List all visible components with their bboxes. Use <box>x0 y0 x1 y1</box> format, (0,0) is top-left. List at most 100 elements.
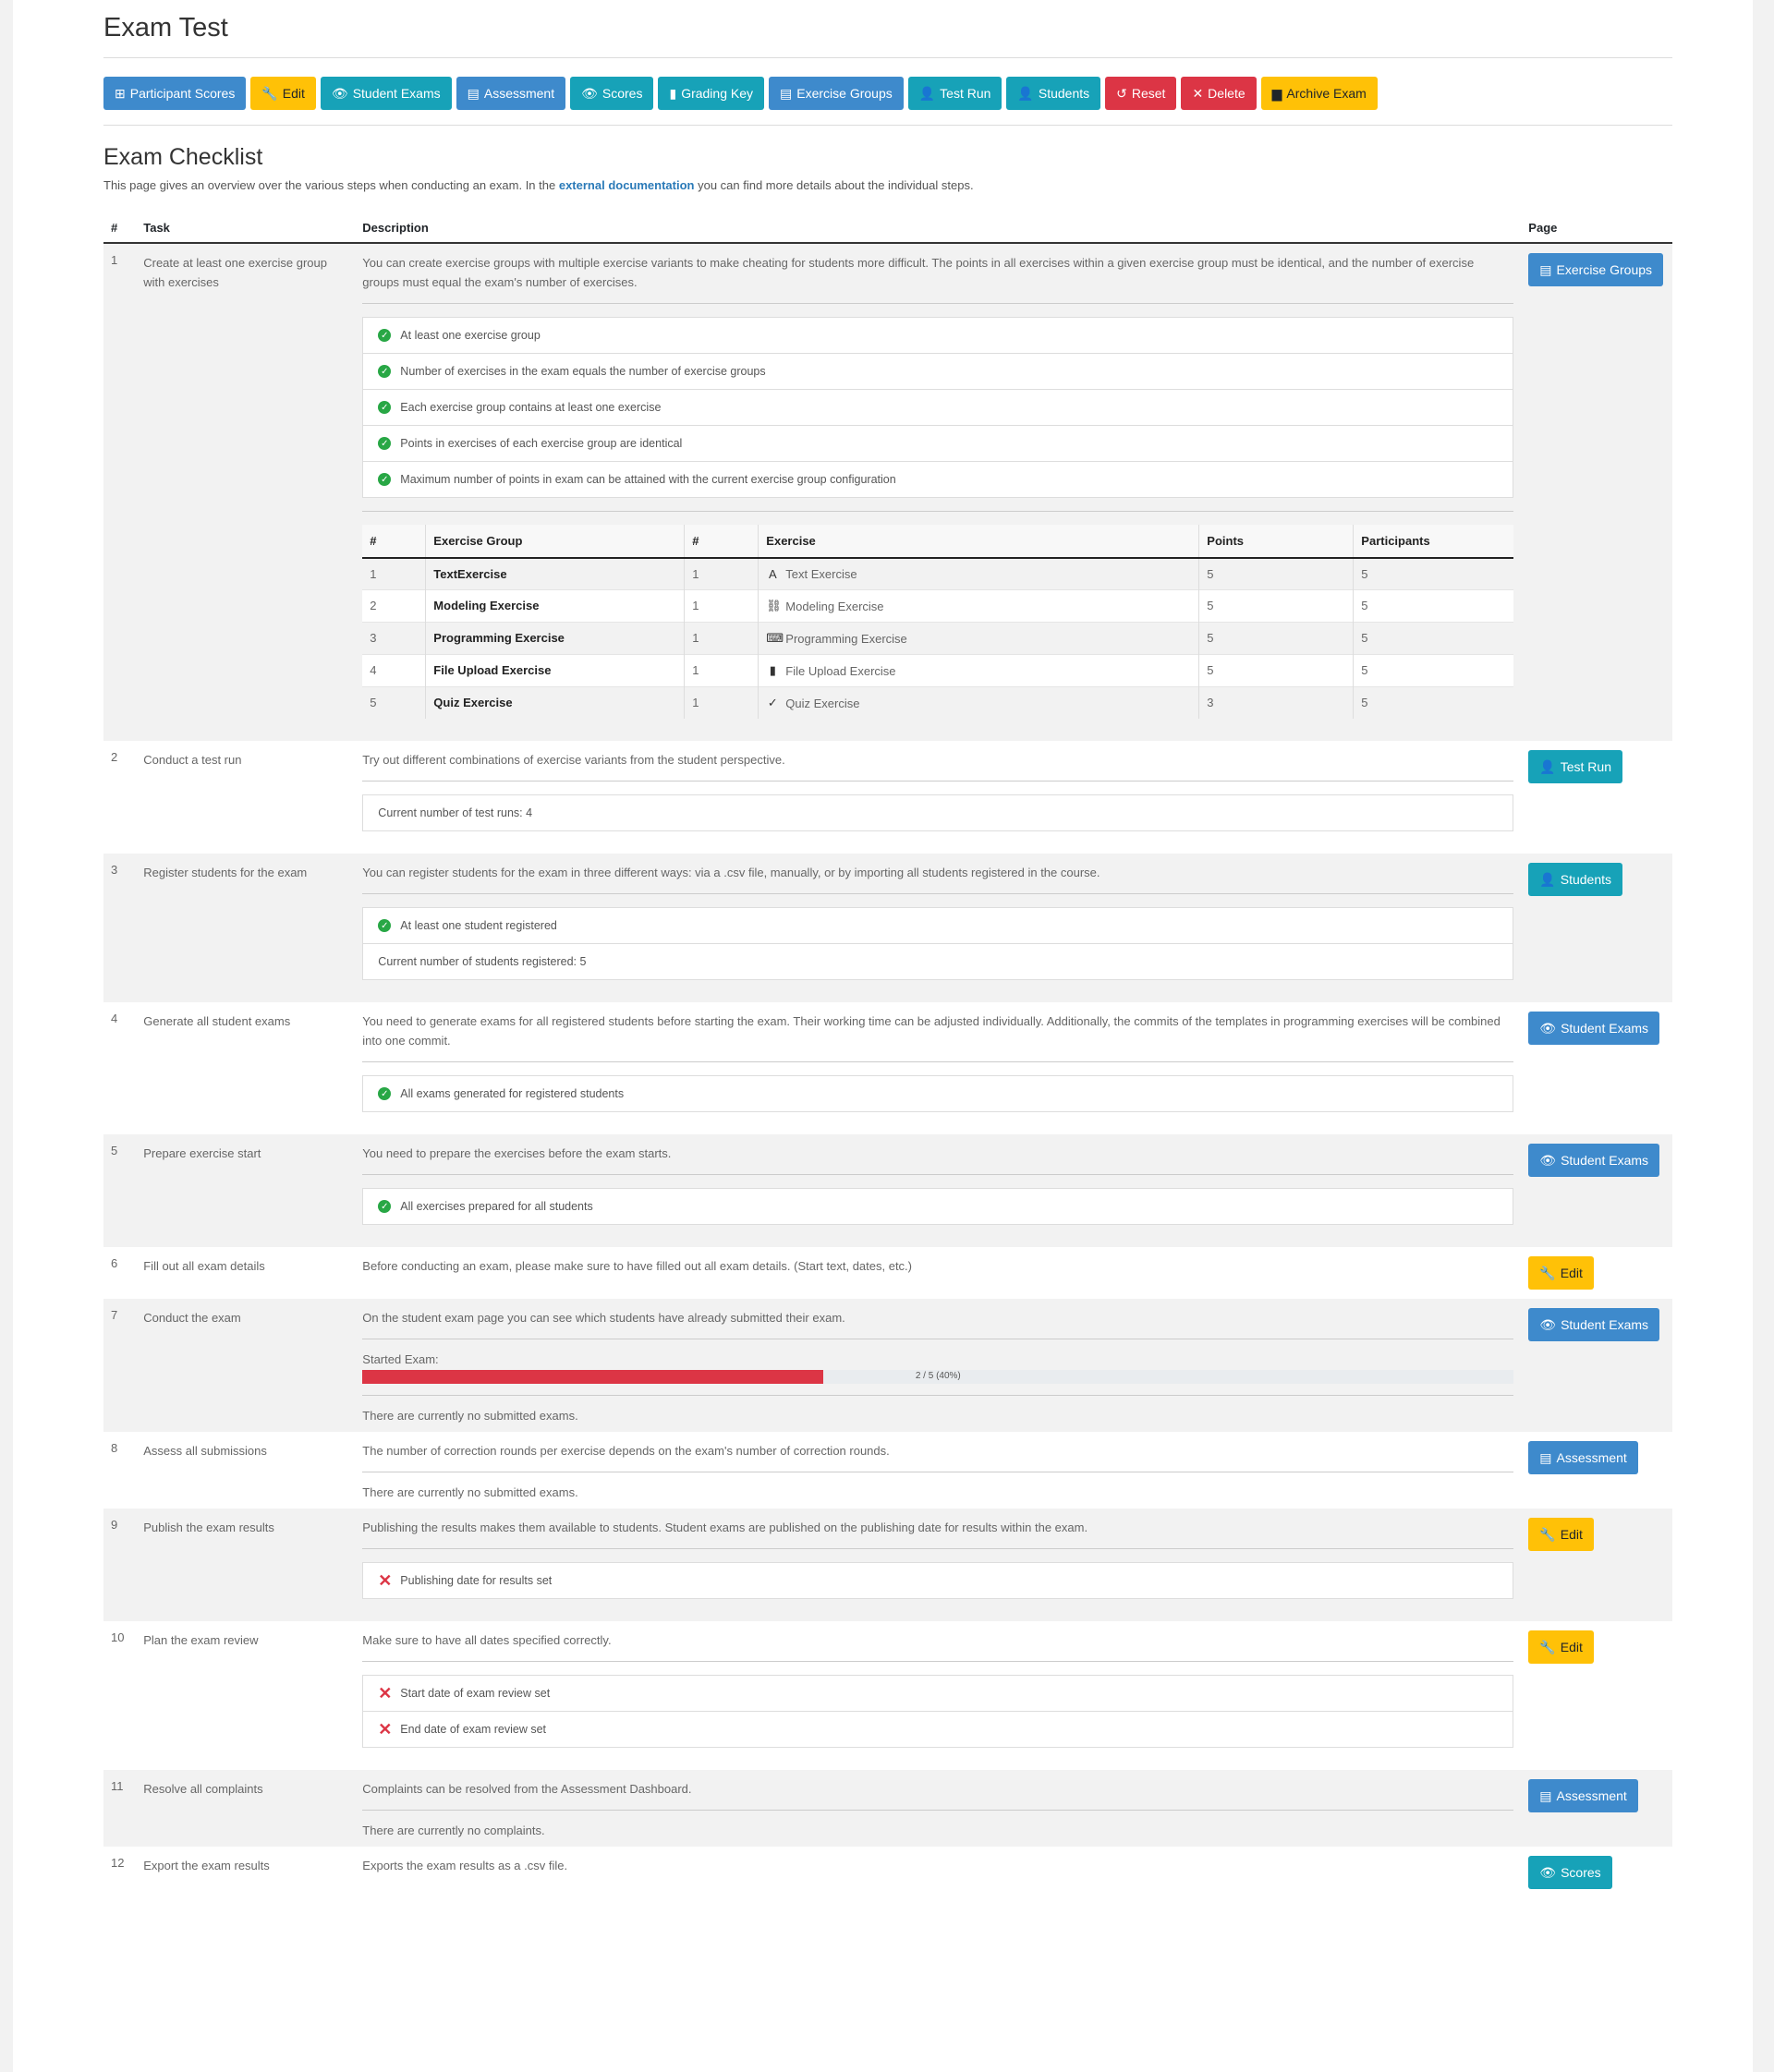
page: Exam Test ⊞ Participant Scores 🔧 Edit 👁 Stude… <box>13 0 1753 2072</box>
exercise-number: 1 <box>684 622 759 655</box>
edit-button[interactable]: 🔧 Edit <box>1528 1256 1594 1290</box>
checklist-step-row: 10 Plan the exam review Make sure to have … <box>103 1621 1672 1770</box>
exercise-column-header: Points <box>1198 525 1354 559</box>
step-description-cell: You need to prepare the exercises before… <box>355 1134 1522 1247</box>
step-page-cell: ▤ Assessment <box>1521 1432 1672 1509</box>
check-item: ✓ Maximum number of points in exam can be… <box>363 462 1513 497</box>
button-label: Scores <box>1561 1865 1601 1880</box>
scores-button[interactable]: 👁 Scores <box>1528 1856 1612 1889</box>
students-button[interactable]: 👤 Students <box>1528 863 1622 896</box>
button-label: Archive Exam <box>1286 86 1367 101</box>
step-note: There are currently no submitted exams. <box>362 1485 578 1499</box>
assessment-button[interactable]: ▤ Assessment <box>456 77 566 110</box>
times-icon: ✕ <box>378 1719 393 1739</box>
check-circle-icon: ✓ <box>378 1200 392 1213</box>
group-number: 5 <box>362 686 426 719</box>
participant-scores-button[interactable]: ⊞ Participant Scores <box>103 77 247 110</box>
exercise-row: 1 TextExercise 1 A Text Exercise 5 5 <box>362 557 1514 590</box>
check-circle-icon: ✓ <box>378 473 392 486</box>
exercise-title: Modeling Exercise <box>785 599 884 613</box>
page-title: Exam Test <box>103 13 228 42</box>
button-label: Edit <box>282 86 305 101</box>
exercise-name: ✓ Quiz Exercise <box>766 696 860 710</box>
divider <box>362 893 1514 894</box>
divider <box>362 1810 1514 1811</box>
grading-key-button[interactable]: ▮ Grading Key <box>658 77 765 110</box>
exercise-group-name: File Upload Exercise <box>425 654 685 687</box>
button-label: Assessment <box>483 86 555 101</box>
button-label: Student Exams <box>1561 1153 1649 1168</box>
step-task: Export the exam results <box>136 1847 356 1898</box>
column-header-page: Page <box>1521 213 1672 244</box>
step-task: Register students for the exam <box>136 854 356 1002</box>
scores-button[interactable]: 👁 Scores <box>570 77 654 110</box>
exercise-group-name: Quiz Exercise <box>425 686 685 719</box>
external-documentation-link[interactable]: external documentation <box>559 178 695 192</box>
exercise-column-header: Exercise Group <box>425 525 685 559</box>
step-page-cell: 👁 Student Exams <box>1521 1134 1672 1247</box>
edit-button[interactable]: 🔧 Edit <box>1528 1518 1594 1551</box>
user-icon: 👤 <box>1539 872 1556 887</box>
user-icon: 👤 <box>918 86 936 101</box>
started-exam-progress: 2 / 5 (40%) <box>362 1370 1514 1384</box>
check-circle-icon: ✓ <box>378 1087 392 1100</box>
student-exams-button[interactable]: 👁 Student Exams <box>1528 1144 1660 1177</box>
step-description-cell: Complaints can be resolved from the Asse… <box>355 1770 1522 1847</box>
exercise-groups-button[interactable]: ▤ Exercise Groups <box>1528 253 1664 286</box>
assessment-button[interactable]: ▤ Assessment <box>1528 1779 1638 1812</box>
step-description: Exports the exam results as a .csv file. <box>362 1859 568 1872</box>
user-icon: 👤 <box>1539 759 1556 774</box>
step-description: Before conducting an exam, please make s… <box>362 1259 912 1273</box>
checklist-heading: Exam Checklist <box>103 144 263 170</box>
student-exams-button[interactable]: 👁 Student Exams <box>320 77 452 110</box>
exercise-row: 3 Programming Exercise 1 ⌨ Programming Exerc… <box>362 622 1514 655</box>
student-exams-button[interactable]: 👁 Student Exams <box>1528 1308 1660 1341</box>
students-button[interactable]: 👤 Students <box>1006 77 1101 110</box>
exercise-participants: 5 <box>1353 686 1514 719</box>
exercise-participants: 5 <box>1353 589 1514 623</box>
list-icon: ▤ <box>1539 1788 1552 1803</box>
check-item: ✓ At least one student registered <box>363 908 1513 944</box>
checklist-step-row: 11 Resolve all complaints Complaints can b… <box>103 1770 1672 1847</box>
undo-icon: ↺ <box>1116 86 1127 101</box>
step-description-cell: The number of correction rounds per exer… <box>355 1432 1522 1509</box>
checklist-step-row: 7 Conduct the exam On the student exam pag… <box>103 1299 1672 1432</box>
test-run-button[interactable]: 👤 Test Run <box>1528 750 1622 783</box>
button-label: Assessment <box>1556 1450 1627 1465</box>
assessment-button[interactable]: ▤ Assessment <box>1528 1441 1638 1474</box>
edit-button[interactable]: 🔧 Edit <box>250 77 316 110</box>
step-task: Publish the exam results <box>136 1509 356 1621</box>
archive-exam-button[interactable]: ▆ Archive Exam <box>1260 77 1378 110</box>
step-description-cell: You can create exercise groups with mult… <box>355 243 1522 741</box>
student-exams-button[interactable]: 👁 Student Exams <box>1528 1012 1660 1045</box>
wrench-icon: 🔧 <box>1539 1640 1556 1654</box>
step-page-cell: 👁 Student Exams <box>1521 1299 1672 1432</box>
check-item-text: Start date of exam review set <box>400 1687 551 1700</box>
step-number: 7 <box>103 1299 137 1432</box>
times-icon: ✕ <box>378 1683 393 1702</box>
keyboard-icon: ⌨ <box>766 631 784 645</box>
edit-button[interactable]: 🔧 Edit <box>1528 1630 1594 1664</box>
step-task: Assess all submissions <box>136 1432 356 1509</box>
font-icon: A <box>768 567 777 581</box>
check-circle-icon: ✓ <box>378 401 392 414</box>
exercise-points: 5 <box>1198 622 1354 655</box>
exercise-groups-button[interactable]: ▤ Exercise Groups <box>769 77 904 110</box>
divider <box>362 1548 1514 1549</box>
check-item-text: At least one exercise group <box>400 329 541 342</box>
group-number: 2 <box>362 589 426 623</box>
check-item-text: All exercises prepared for all students <box>400 1200 593 1213</box>
group-number: 3 <box>362 622 426 655</box>
reset-button[interactable]: ↺ Reset <box>1105 77 1177 110</box>
intro-text: This page gives an overview over the var… <box>103 178 559 192</box>
step-description: The number of correction rounds per exer… <box>362 1444 890 1458</box>
eye-icon: 👁 <box>331 86 348 101</box>
test-run-button[interactable]: 👤 Test Run <box>907 77 1002 110</box>
step-page-cell: ▤ Exercise Groups <box>1521 243 1672 741</box>
user-icon: 👤 <box>1017 86 1034 101</box>
checklist-step-row: 5 Prepare exercise start You need to prepa… <box>103 1134 1672 1247</box>
step-number: 8 <box>103 1432 137 1509</box>
check-list: Current number of test runs: 4 <box>362 794 1514 831</box>
delete-button[interactable]: ✕ Delete <box>1181 77 1257 110</box>
check-item-text: At least one student registered <box>400 919 557 932</box>
